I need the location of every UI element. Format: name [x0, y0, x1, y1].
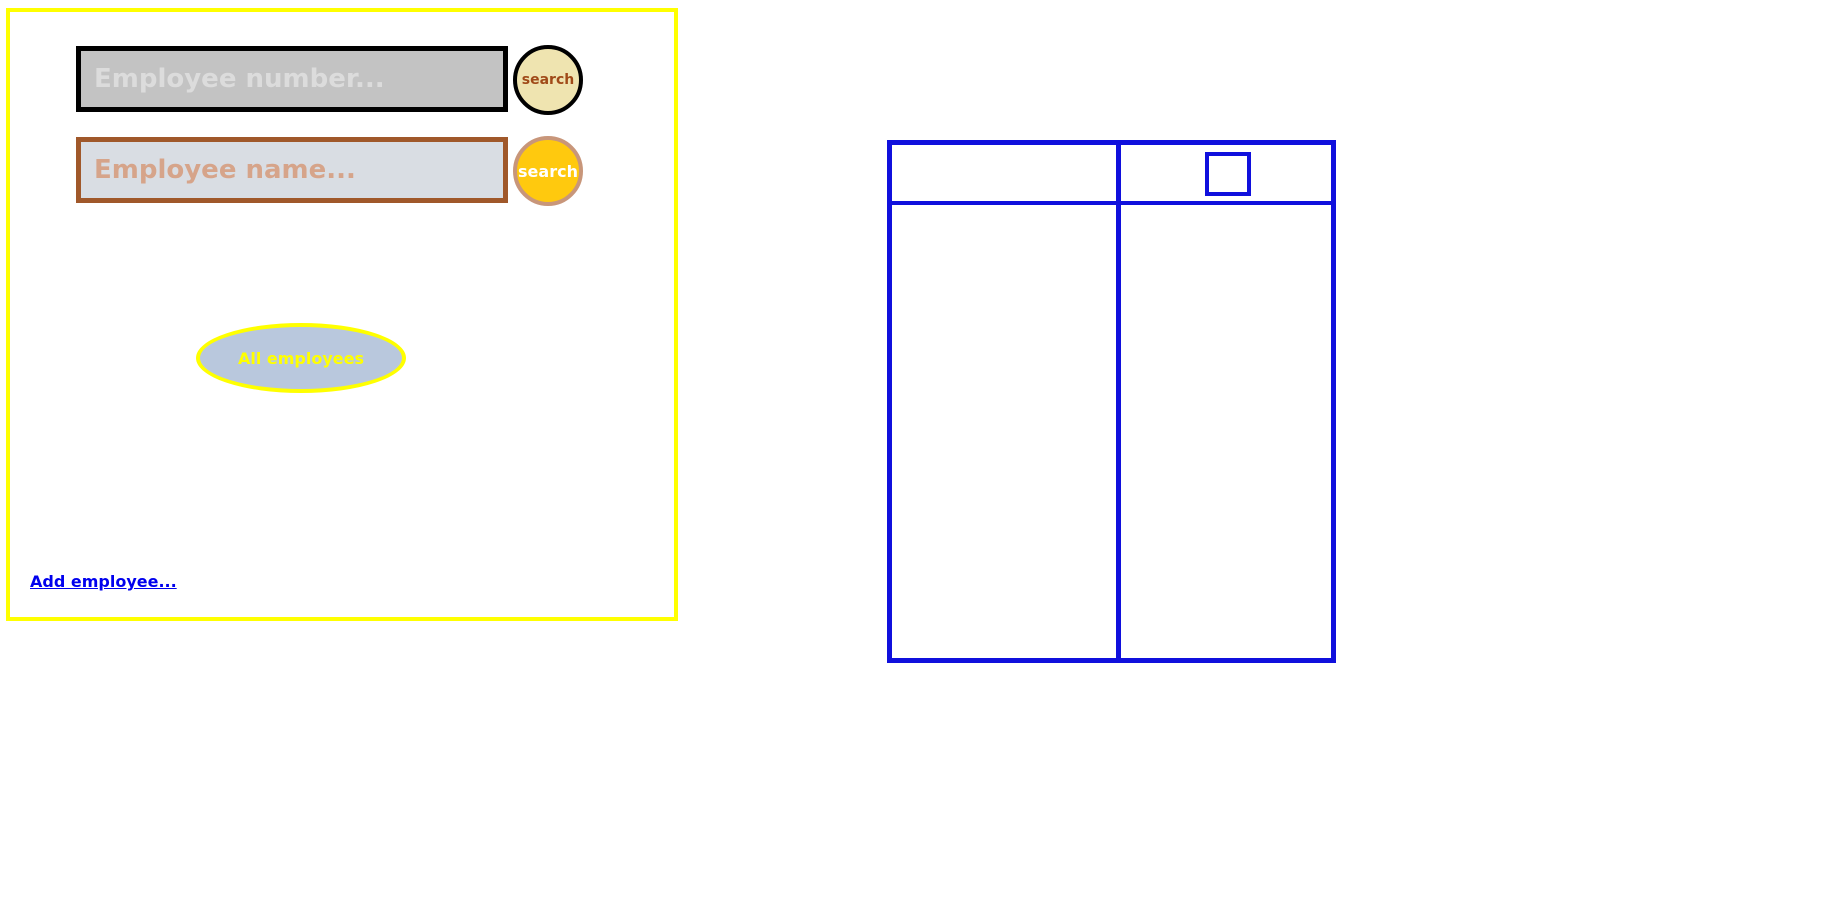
all-employees-button[interactable]: All employees	[196, 323, 406, 393]
select-all-checkbox[interactable]	[1205, 152, 1251, 196]
search-by-name-button[interactable]: search	[513, 136, 583, 206]
employee-number-input[interactable]	[76, 46, 508, 112]
table-header-row	[892, 145, 1331, 205]
search-panel: search search All employees Add employee…	[6, 8, 678, 621]
search-by-number-button[interactable]: search	[513, 45, 583, 115]
employee-name-input[interactable]	[76, 137, 508, 203]
table-header-cell	[892, 145, 1116, 201]
add-employee-link[interactable]: Add employee...	[30, 572, 177, 591]
table-body	[892, 205, 1331, 658]
results-table	[887, 140, 1336, 663]
